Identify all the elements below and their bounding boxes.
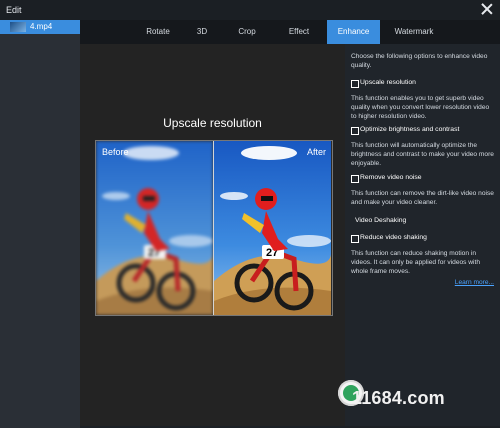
optimize-brightness-label[interactable]: Optimize brightness and contrast xyxy=(360,126,459,133)
after-label: After xyxy=(306,147,326,157)
tab-enhance[interactable]: Enhance xyxy=(327,20,380,44)
preview-title: Upscale resolution xyxy=(163,116,262,130)
enhance-options-panel: Choose the following options to enhance … xyxy=(345,44,500,426)
file-sidebar: 4.mp4 xyxy=(0,20,80,428)
upscale-resolution-description: This function enables you to get superb … xyxy=(351,95,490,120)
tab-3d[interactable]: 3D xyxy=(181,20,223,44)
before-label: Before xyxy=(102,147,129,157)
preview-area: Upscale resolution 27 27 Before After xyxy=(80,44,345,426)
reduce-shaking-label[interactable]: Reduce video shaking xyxy=(360,234,427,241)
optimize-brightness-description: This function will automatically optimiz… xyxy=(351,142,494,167)
tab-rotate[interactable]: Rotate xyxy=(135,20,181,44)
title-bar: Edit xyxy=(0,0,500,20)
after-image: 27 xyxy=(214,141,331,315)
tab-effect[interactable]: Effect xyxy=(271,20,327,44)
remove-noise-checkbox[interactable] xyxy=(351,175,359,183)
editor-main: Rotate 3D Crop Effect Enhance Watermark … xyxy=(80,20,500,428)
site-watermark: 11684.com xyxy=(338,380,500,428)
remove-noise-description: This function can remove the dirt-like v… xyxy=(351,190,494,206)
reduce-shaking-checkbox[interactable] xyxy=(351,235,359,243)
watermark-text: 11684.com xyxy=(352,388,445,408)
before-image: 27 xyxy=(96,141,213,315)
optimize-brightness-checkbox[interactable] xyxy=(351,127,359,135)
file-name: 4.mp4 xyxy=(30,22,53,31)
video-thumbnail xyxy=(10,22,26,32)
reduce-shaking-description: This function can reduce shaking motion … xyxy=(351,250,481,275)
video-deshaking-heading: Video Deshaking xyxy=(355,217,407,224)
window-title: Edit xyxy=(6,5,22,15)
tab-watermark[interactable]: Watermark xyxy=(380,20,448,44)
upscale-resolution-label[interactable]: Upscale resolution xyxy=(360,79,416,86)
remove-noise-label[interactable]: Remove video noise xyxy=(360,174,422,181)
close-icon[interactable] xyxy=(480,2,494,16)
intro-text: Choose the following options to enhance … xyxy=(351,53,488,69)
learn-more-link[interactable]: Learn more... xyxy=(455,279,494,286)
file-list-item[interactable]: 4.mp4 xyxy=(0,20,80,34)
tab-bar: Rotate 3D Crop Effect Enhance Watermark xyxy=(80,20,500,44)
upscale-resolution-checkbox[interactable] xyxy=(351,80,359,88)
before-after-comparison: 27 27 Before After xyxy=(95,140,333,316)
tab-crop[interactable]: Crop xyxy=(223,20,271,44)
